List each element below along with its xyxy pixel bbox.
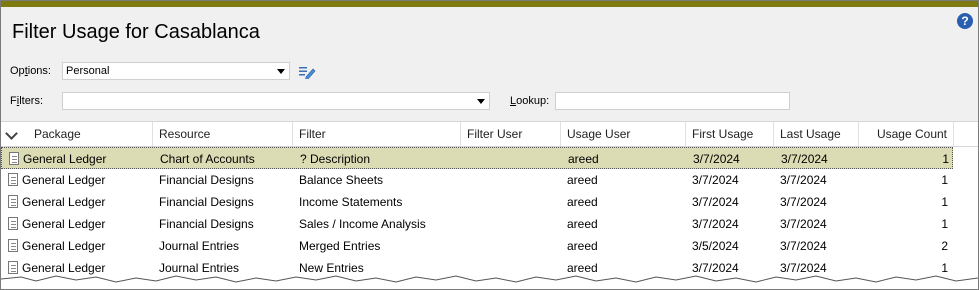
filter-usage-window: Filter Usage for Casablanca ? Options: P… [0, 0, 979, 290]
cell-last-usage: 3/7/2024 [780, 195, 827, 209]
grid-header: Package Resource Filter Filter User Usag… [1, 121, 978, 147]
cell-filter: Income Statements [299, 195, 403, 209]
lookup-label: Lookup: [510, 95, 550, 107]
cell-first-usage: 3/7/2024 [692, 195, 739, 209]
cell-filter-user [461, 235, 467, 257]
cell-usage-user: areed [567, 195, 598, 209]
cell-filter-user [462, 148, 468, 170]
table-row[interactable]: General Ledger Financial Designs Income … [1, 191, 978, 213]
cell-filter-user [461, 213, 467, 235]
collapse-chevron-icon[interactable] [5, 127, 18, 140]
table-row[interactable]: General Ledger Journal Entries Merged En… [1, 235, 978, 257]
filters-label: Filters: [10, 95, 44, 107]
cell-usage-count: 2 [941, 239, 948, 253]
cell-usage-user: areed [567, 239, 598, 253]
cell-last-usage: 3/7/2024 [780, 173, 827, 187]
chevron-down-icon [277, 69, 285, 74]
cell-usage-user: areed [567, 173, 598, 187]
table-row[interactable]: General Ledger Financial Designs Sales /… [1, 213, 978, 235]
cell-usage-count: 1 [941, 173, 948, 187]
column-header-package[interactable]: Package [28, 122, 153, 146]
table-row[interactable]: General Ledger Chart of Accounts ? Descr… [1, 147, 953, 169]
cell-last-usage: 3/7/2024 [780, 239, 827, 253]
cell-usage-user: areed [568, 152, 599, 166]
edit-filters-icon[interactable] [298, 65, 316, 79]
cell-first-usage: 3/7/2024 [693, 152, 740, 166]
filter-usage-grid: Package Resource Filter Filter User Usag… [1, 121, 978, 279]
cell-filter: Merged Entries [299, 239, 381, 253]
help-icon[interactable]: ? [957, 13, 973, 29]
chevron-down-icon [477, 99, 485, 104]
filters-dropdown[interactable] [62, 92, 490, 110]
cell-resource: Chart of Accounts [160, 152, 255, 166]
cell-usage-count: 1 [941, 195, 948, 209]
options-label: Options: [10, 65, 51, 77]
cell-filter: Balance Sheets [299, 173, 384, 187]
cell-package: General Ledger [22, 195, 106, 209]
cell-first-usage: 3/7/2024 [692, 173, 739, 187]
column-header-resource[interactable]: Resource [153, 122, 293, 146]
column-header-usage-user[interactable]: Usage User [561, 122, 686, 146]
cell-first-usage: 3/7/2024 [692, 217, 739, 231]
column-header-last-usage[interactable]: Last Usage [774, 122, 859, 146]
cell-package: General Ledger [23, 152, 107, 166]
cell-package: General Ledger [22, 239, 106, 253]
cell-last-usage: 3/7/2024 [780, 217, 827, 231]
header-panel: Filter Usage for Casablanca ? Options: P… [1, 7, 978, 121]
cell-filter: ? Description [300, 152, 371, 166]
cell-usage-user: areed [567, 217, 598, 231]
cell-filter: Sales / Income Analysis [299, 217, 426, 231]
table-row[interactable]: General Ledger Financial Designs Balance… [1, 169, 978, 191]
cell-package: General Ledger [22, 217, 106, 231]
column-header-filter-user[interactable]: Filter User [461, 122, 561, 146]
page-title: Filter Usage for Casablanca [12, 21, 260, 43]
cell-last-usage: 3/7/2024 [781, 152, 828, 166]
lookup-input[interactable] [555, 92, 790, 110]
cell-resource: Financial Designs [159, 173, 254, 187]
cell-resource: Journal Entries [159, 239, 240, 253]
column-header-first-usage[interactable]: First Usage [686, 122, 774, 146]
options-dropdown[interactable]: Personal [62, 62, 290, 80]
cell-usage-count: 1 [941, 217, 948, 231]
cell-package: General Ledger [22, 173, 106, 187]
torn-edge [1, 275, 978, 289]
column-header-usage-count[interactable]: Usage Count [859, 122, 954, 146]
cell-resource: Financial Designs [159, 195, 254, 209]
cell-filter-user [461, 191, 467, 213]
cell-resource: Financial Designs [159, 217, 254, 231]
cell-usage-count: 1 [942, 152, 949, 166]
cell-filter-user [461, 169, 467, 191]
options-value: Personal [66, 65, 110, 77]
cell-first-usage: 3/5/2024 [692, 239, 739, 253]
column-header-filter[interactable]: Filter [293, 122, 461, 146]
